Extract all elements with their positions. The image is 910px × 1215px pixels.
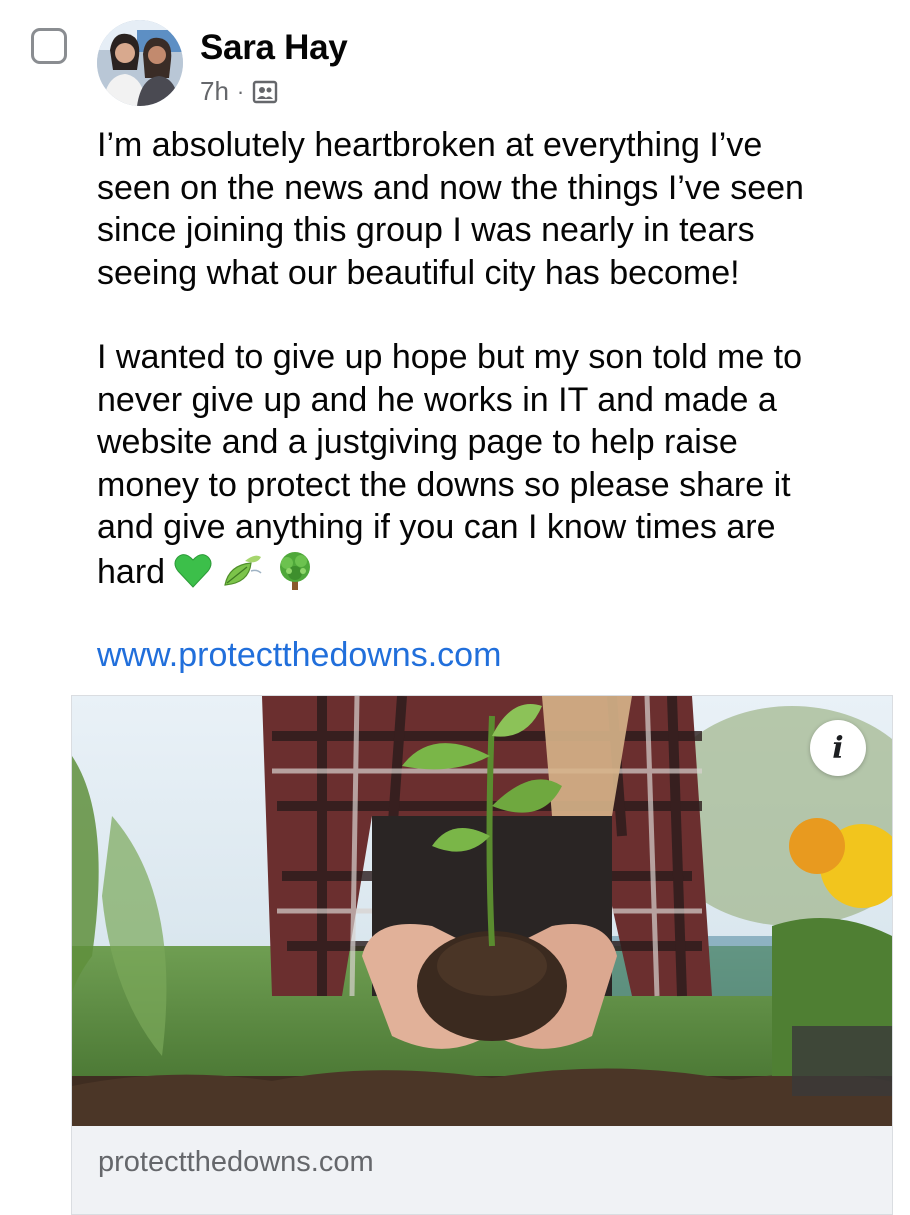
avatar[interactable] — [97, 20, 183, 106]
post-meta: 7h · — [200, 76, 278, 107]
select-checkbox[interactable] — [31, 28, 67, 64]
link-preview-image[interactable]: i — [72, 696, 892, 1126]
deciduous-tree-icon — [273, 549, 317, 602]
author-name[interactable]: Sara Hay — [200, 28, 348, 68]
post-paragraph: I wanted to give up hope but my son told… — [97, 336, 897, 601]
link-preview-footer[interactable]: protectthedowns.com — [72, 1126, 892, 1214]
post-body: I’m absolutely heartbroken at everything… — [97, 124, 897, 601]
group-icon[interactable] — [252, 79, 278, 105]
website-link[interactable]: www.protectthedowns.com — [97, 636, 501, 675]
link-domain: protectthedowns.com — [98, 1146, 374, 1178]
meta-separator: · — [236, 78, 245, 104]
link-preview-card[interactable]: i protectthedowns.com — [71, 695, 893, 1215]
post-paragraph: I’m absolutely heartbroken at everything… — [97, 126, 804, 292]
green-heart-icon — [173, 551, 213, 602]
leaf-fluttering-icon — [221, 551, 265, 602]
post-time[interactable]: 7h — [200, 76, 229, 107]
info-button[interactable]: i — [810, 720, 866, 776]
